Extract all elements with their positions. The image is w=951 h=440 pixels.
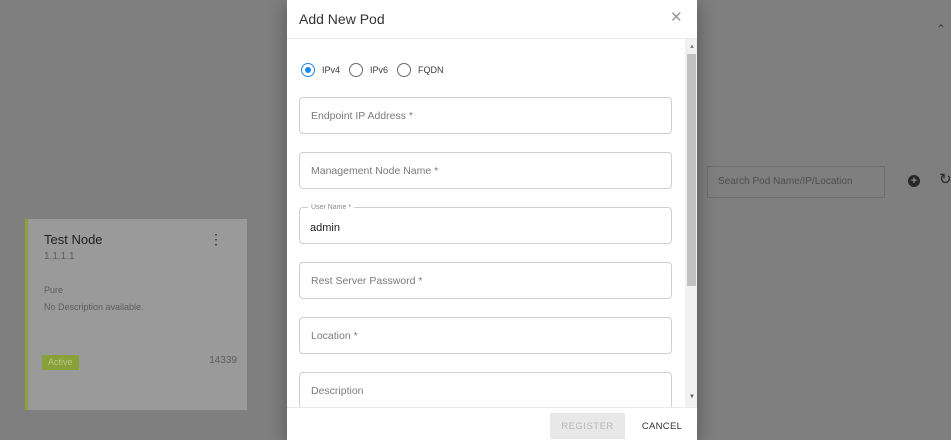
node-title: Test Node bbox=[44, 232, 103, 247]
more-vert-icon[interactable]: ⋮ bbox=[209, 232, 223, 246]
management-node-name-field[interactable]: Management Node Name * bbox=[299, 152, 672, 189]
node-ip: 1.1.1.1 bbox=[44, 251, 75, 262]
chevron-up-icon[interactable]: ⌃ bbox=[936, 22, 946, 36]
radio-unchecked-icon[interactable] bbox=[397, 63, 412, 77]
radio-label: IPv6 bbox=[370, 65, 389, 75]
radio-label: FQDN bbox=[418, 65, 444, 75]
radio-unchecked-icon[interactable] bbox=[349, 63, 364, 77]
scroll-up-arrow-icon[interactable]: ▲ bbox=[689, 44, 695, 50]
location-field[interactable]: Location * bbox=[299, 317, 672, 354]
radio-ipv6[interactable]: IPv6 bbox=[349, 63, 388, 77]
field-value: admin bbox=[310, 222, 340, 234]
status-badge: Active bbox=[42, 355, 79, 370]
rest-server-password-field[interactable]: Rest Server Password * bbox=[299, 262, 672, 299]
radio-label: IPv4 bbox=[322, 65, 341, 75]
node-card[interactable]: Test Node 1.1.1.1 ⋮ Pure No Description … bbox=[25, 219, 247, 410]
dialog-body: IPv4 IPv6 FQDN Endpoint IP Address * Man… bbox=[287, 39, 697, 407]
add-circle-icon[interactable]: + bbox=[908, 175, 920, 187]
divider bbox=[287, 407, 697, 408]
scrollbar-thumb[interactable] bbox=[687, 54, 696, 286]
field-placeholder: Description bbox=[311, 385, 364, 397]
field-label: User Name * bbox=[308, 203, 355, 212]
search-input[interactable]: Search Pod Name/IP/Location bbox=[707, 166, 885, 198]
radio-fqdn[interactable]: FQDN bbox=[397, 63, 444, 77]
add-pod-dialog: Add New Pod ✕ IPv4 IPv6 FQDN Endpoint IP… bbox=[287, 0, 697, 440]
refresh-icon[interactable]: ↻ bbox=[939, 170, 951, 188]
node-description: No Description available. bbox=[44, 302, 144, 312]
scroll-down-arrow-icon[interactable]: ▼ bbox=[689, 394, 695, 400]
radio-checked-icon[interactable] bbox=[301, 63, 315, 77]
close-icon[interactable]: ✕ bbox=[670, 10, 683, 25]
address-type-radio-group: IPv4 IPv6 FQDN bbox=[301, 63, 453, 77]
field-placeholder: Location * bbox=[311, 330, 358, 342]
radio-ipv4[interactable]: IPv4 bbox=[301, 63, 340, 77]
field-placeholder: Management Node Name * bbox=[311, 165, 439, 177]
dialog-title: Add New Pod bbox=[299, 11, 385, 27]
field-placeholder: Endpoint IP Address * bbox=[311, 110, 413, 122]
description-field[interactable]: Description bbox=[299, 372, 672, 407]
node-type: Pure bbox=[44, 285, 64, 295]
cancel-button[interactable]: CANCEL bbox=[634, 413, 690, 439]
endpoint-ip-field[interactable]: Endpoint IP Address * bbox=[299, 97, 672, 134]
user-name-field[interactable]: User Name * admin bbox=[299, 203, 672, 244]
node-port: 14339 bbox=[209, 355, 237, 366]
register-button[interactable]: REGISTER bbox=[550, 413, 625, 439]
field-placeholder: Rest Server Password * bbox=[311, 275, 423, 287]
